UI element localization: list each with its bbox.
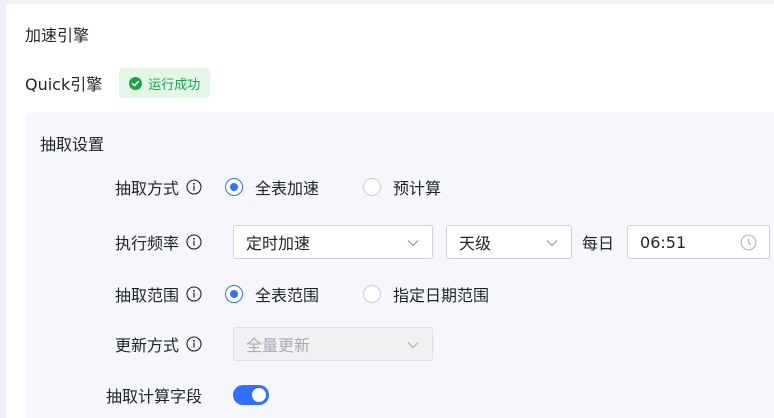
status-badge: 运行成功 <box>119 68 211 98</box>
select-value: 定时加速 <box>246 234 311 253</box>
check-circle-icon <box>129 76 143 90</box>
info-icon[interactable] <box>186 286 202 302</box>
extract-range-label-wrap: 抽取范围 <box>25 282 202 306</box>
radio-full-range[interactable]: 全表范围 <box>225 282 319 306</box>
info-icon[interactable] <box>186 336 202 352</box>
extract-range-row: 抽取范围 全表范围 指定日期范围 <box>25 278 774 310</box>
radio-label: 预计算 <box>393 179 442 198</box>
radio-date-range[interactable]: 指定日期范围 <box>363 282 489 306</box>
update-mode-controls: 全量更新 <box>233 327 433 361</box>
select-value: 全量更新 <box>246 336 311 355</box>
update-mode-label-wrap: 更新方式 <box>25 332 202 356</box>
extract-mode-label: 抽取方式 <box>114 179 179 198</box>
frequency-label: 执行频率 <box>114 234 179 253</box>
frequency-level-select[interactable]: 天级 <box>446 225 572 259</box>
chevron-down-icon <box>406 235 420 249</box>
frequency-label-wrap: 执行频率 <box>25 230 202 254</box>
time-picker[interactable]: 06:51 <box>627 225 771 259</box>
info-icon[interactable] <box>186 234 202 250</box>
extract-settings-panel: 抽取设置 抽取方式 全表加速 预计算 执行频率 定时加速 天级 每日 06:51… <box>25 112 774 418</box>
extract-mode-options: 全表加速 预计算 <box>225 175 441 199</box>
engine-name: Quick引擎 <box>25 75 103 94</box>
radio-label: 全表加速 <box>255 179 320 198</box>
update-mode-row: 更新方式 全量更新 <box>25 327 774 361</box>
frequency-row: 执行频率 定时加速 天级 每日 06:51 <box>25 225 774 259</box>
status-badge-label: 运行成功 <box>148 77 201 93</box>
panel-title: 抽取设置 <box>40 135 105 154</box>
calc-fields-label-wrap: 抽取计算字段 <box>25 383 202 407</box>
radio-checked-icon[interactable] <box>225 178 243 196</box>
section-title: 加速引擎 <box>25 26 90 45</box>
engine-row: Quick引擎 运行成功 <box>25 68 211 98</box>
radio-unchecked-icon[interactable] <box>363 285 382 303</box>
radio-label: 指定日期范围 <box>393 286 490 305</box>
extract-mode-label-wrap: 抽取方式 <box>25 175 202 199</box>
radio-label: 全表范围 <box>255 286 320 305</box>
every-day-label: 每日 <box>582 234 615 253</box>
calc-fields-controls <box>233 385 269 405</box>
frequency-mode-select[interactable]: 定时加速 <box>233 225 433 259</box>
info-icon[interactable] <box>186 179 202 195</box>
extract-mode-row: 抽取方式 全表加速 预计算 <box>25 171 774 203</box>
chevron-down-icon <box>545 235 559 249</box>
select-value: 天级 <box>459 234 492 253</box>
radio-unchecked-icon[interactable] <box>363 178 382 196</box>
time-value: 06:51 <box>640 232 687 252</box>
extract-range-options: 全表范围 指定日期范围 <box>225 282 489 306</box>
radio-precompute[interactable]: 预计算 <box>363 175 441 199</box>
radio-full-table-accel[interactable]: 全表加速 <box>225 175 319 199</box>
update-mode-label: 更新方式 <box>114 336 179 355</box>
calc-fields-label: 抽取计算字段 <box>105 387 202 406</box>
radio-checked-icon[interactable] <box>225 285 243 303</box>
clock-icon <box>740 234 757 251</box>
chevron-down-icon <box>406 337 420 351</box>
frequency-controls: 定时加速 天级 每日 06:51 <box>233 225 771 259</box>
engine-settings-card: 加速引擎 Quick引擎 运行成功 抽取设置 抽取方式 全表加速 预计算 执行频… <box>6 4 774 418</box>
calc-fields-toggle[interactable] <box>233 385 269 405</box>
extract-range-label: 抽取范围 <box>114 286 179 305</box>
update-mode-select: 全量更新 <box>233 327 433 361</box>
calc-fields-row: 抽取计算字段 <box>25 379 774 411</box>
